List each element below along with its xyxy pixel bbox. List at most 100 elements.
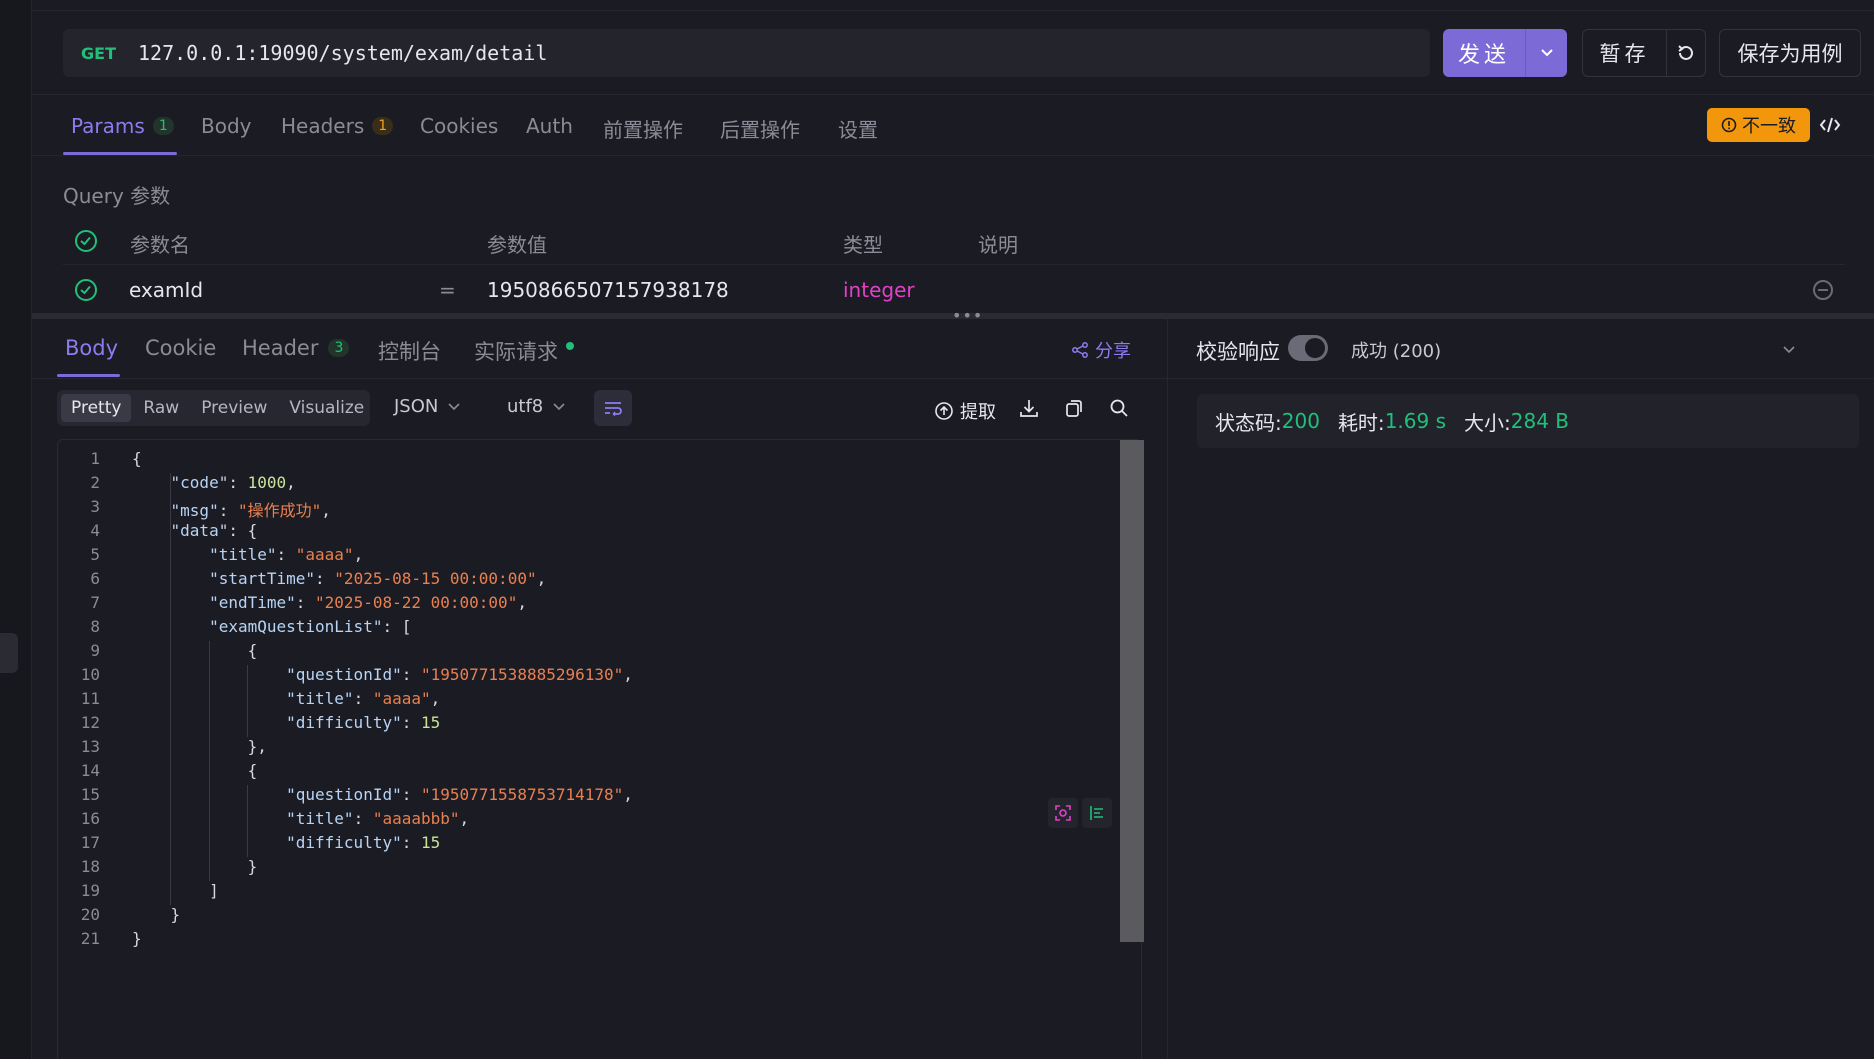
send-button-label[interactable]: 发送 (1443, 29, 1526, 77)
chevron-down-icon[interactable] (1782, 340, 1796, 359)
line-number: 1 (90, 449, 100, 468)
code-line: "endTime": "2025-08-22 00:00:00", (209, 593, 527, 612)
response-tab-cookie[interactable]: Cookie (145, 336, 216, 360)
inconsistency-warning-button[interactable]: 不一致 (1707, 108, 1810, 142)
chevron-down-icon (553, 402, 565, 410)
remove-param-icon[interactable] (1813, 280, 1833, 300)
indent-guide (247, 785, 249, 857)
tab-cookies[interactable]: Cookies (420, 114, 498, 138)
expected-status-select[interactable]: 成功 (200) (1351, 337, 1441, 363)
screenshot-icon[interactable] (1048, 798, 1078, 828)
status-dot (566, 342, 574, 350)
validate-response-toggle[interactable] (1288, 335, 1328, 361)
download-icon[interactable] (1018, 397, 1042, 421)
code-view-icon[interactable] (1818, 112, 1842, 138)
line-number: 14 (80, 761, 100, 780)
url-input[interactable]: 127.0.0.1:19090/system/exam/detail (138, 41, 547, 65)
divider (32, 378, 1167, 379)
left-sidebar-strip (0, 0, 32, 1059)
view-mode-preview[interactable]: Preview (191, 394, 277, 422)
code-line: "title": "aaaabbb", (286, 809, 470, 828)
panel-divider[interactable] (1167, 319, 1168, 1059)
drag-handle-icon[interactable]: ••• (952, 306, 983, 325)
code-line: "questionId": "1950771538885296130", (286, 665, 633, 684)
response-tab-actual-request[interactable]: 实际请求 (474, 336, 574, 366)
code-line: }, (132, 737, 267, 756)
view-mode-pretty[interactable]: Pretty (61, 394, 132, 422)
warning-label: 不一致 (1742, 116, 1796, 137)
tab-params[interactable]: Params 1 (71, 114, 174, 138)
code-line: "difficulty": 15 (286, 833, 441, 852)
line-number: 13 (80, 737, 100, 756)
view-mode-visualize[interactable]: Visualize (279, 394, 374, 422)
editor-scrollbar[interactable] (1120, 440, 1144, 942)
encoding-select[interactable]: utf8 (507, 396, 565, 417)
code-line: "data": { (170, 521, 258, 540)
code-line: ] (132, 881, 219, 900)
format-select-value: JSON (394, 396, 439, 417)
line-number: 9 (90, 641, 100, 660)
search-icon[interactable] (1108, 397, 1132, 421)
response-tab-console[interactable]: 控制台 (378, 336, 441, 366)
tab-settings[interactable]: 设置 (838, 114, 878, 143)
line-number: 18 (80, 857, 100, 876)
share-icon (1072, 342, 1088, 358)
share-button[interactable]: 分享 (1071, 337, 1131, 363)
tab-body[interactable]: Body (201, 114, 252, 138)
reset-icon[interactable] (1667, 42, 1705, 64)
tab-post-operations[interactable]: 后置操作 (720, 114, 800, 143)
tab-count-badge: 3 (328, 339, 350, 357)
divider (32, 155, 1874, 156)
method-selector[interactable]: GET (81, 44, 116, 63)
view-mode-segmented-control[interactable]: Pretty Raw Preview Visualize (57, 390, 370, 426)
chevron-down-icon[interactable] (1526, 29, 1567, 77)
word-wrap-icon[interactable] (594, 390, 632, 426)
view-mode-raw[interactable]: Raw (133, 394, 189, 422)
response-body-editor[interactable]: 1 {2 "code": 1000, 3 "msg": "操作成功", 4 "data… (57, 439, 1142, 1059)
save-as-case-button[interactable]: 保存为用例 (1719, 29, 1861, 77)
code-line: "examQuestionList": [ (209, 617, 412, 636)
code-line: "difficulty": 15 (286, 713, 441, 732)
select-all-checkbox[interactable] (75, 230, 97, 252)
tab-auth[interactable]: Auth (526, 114, 573, 138)
code-line: "startTime": "2025-08-15 00:00:00", (209, 569, 547, 588)
extract-icon (935, 402, 953, 420)
code-line: "title": "aaaa", (209, 545, 364, 564)
code-line: "msg": "操作成功", (170, 501, 331, 520)
response-summary: 状态码: 200 耗时: 1.69 s 大小: 284 B (1197, 394, 1859, 448)
tab-headers[interactable]: Headers 1 (281, 114, 394, 138)
param-value-input[interactable]: 1950866507157938178 (487, 278, 729, 302)
url-bar[interactable]: GET 127.0.0.1:19090/system/exam/detail (63, 29, 1430, 77)
code-line: } (132, 857, 258, 876)
line-number: 12 (80, 713, 100, 732)
save-temp-button-group[interactable]: 暂存 (1582, 29, 1706, 77)
sidebar-resize-handle[interactable] (0, 633, 18, 673)
save-temp-button[interactable]: 暂存 (1583, 30, 1667, 76)
share-label: 分享 (1095, 341, 1131, 362)
editor-floating-actions (1048, 798, 1116, 828)
tab-pre-operations[interactable]: 前置操作 (603, 114, 683, 143)
tab-count-badge: 1 (372, 117, 394, 135)
line-number: 19 (80, 881, 100, 900)
line-number: 10 (80, 665, 100, 684)
response-tab-body[interactable]: Body (65, 336, 118, 360)
code-line: { (132, 761, 258, 780)
code-line: { (132, 449, 142, 468)
indent-guide (208, 641, 210, 881)
divider (63, 264, 1845, 265)
column-header-value: 参数值 (487, 233, 547, 257)
extract-button[interactable]: 提取 (934, 398, 996, 424)
copy-icon[interactable] (1063, 397, 1087, 421)
response-time-label: 耗时: (1337, 410, 1385, 435)
send-button[interactable]: 发送 (1443, 29, 1567, 77)
format-select[interactable]: JSON (394, 396, 460, 417)
param-enabled-checkbox[interactable] (75, 279, 97, 301)
column-header-name: 参数名 (130, 233, 190, 257)
param-type-select[interactable]: integer (843, 278, 915, 302)
param-name-input[interactable]: examId (129, 278, 203, 302)
align-icon[interactable] (1082, 798, 1112, 828)
tab-count-badge: 1 (152, 117, 174, 135)
response-tab-header[interactable]: Header 3 (242, 336, 350, 360)
chevron-down-icon (448, 402, 460, 410)
tab-label: Params (71, 114, 145, 138)
